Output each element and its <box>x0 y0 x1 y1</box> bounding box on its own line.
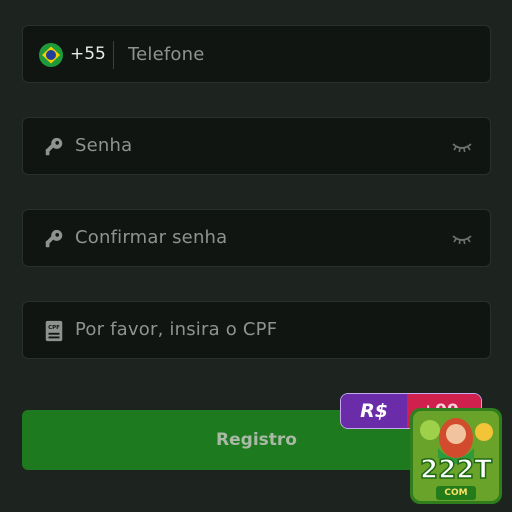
phone-field[interactable]: +55 Telefone <box>22 25 491 83</box>
phone-input[interactable]: Telefone <box>128 44 205 65</box>
eye-closed-icon[interactable] <box>451 230 473 248</box>
key-icon <box>45 229 63 248</box>
confirm-password-input[interactable]: Confirmar senha <box>75 227 227 248</box>
password-input[interactable]: Senha <box>75 135 132 156</box>
logo-number: 222T <box>419 454 493 486</box>
svg-text:CPF: CPF <box>48 325 60 331</box>
cpf-field[interactable]: CPF Por favor, insira o CPF <box>22 301 491 359</box>
logo-suffix: COM <box>436 486 476 500</box>
password-field[interactable]: Senha <box>22 117 491 175</box>
field-divider <box>113 41 114 69</box>
cpf-card-icon: CPF <box>45 320 63 342</box>
promo-currency: R$ <box>341 394 407 428</box>
confirm-password-field[interactable]: Confirmar senha <box>22 209 491 267</box>
cpf-input[interactable]: Por favor, insira o CPF <box>75 319 277 340</box>
brazil-flag-icon[interactable] <box>39 43 63 67</box>
key-icon <box>45 137 63 156</box>
eye-closed-icon[interactable] <box>451 138 473 156</box>
country-code[interactable]: +55 <box>70 44 106 64</box>
